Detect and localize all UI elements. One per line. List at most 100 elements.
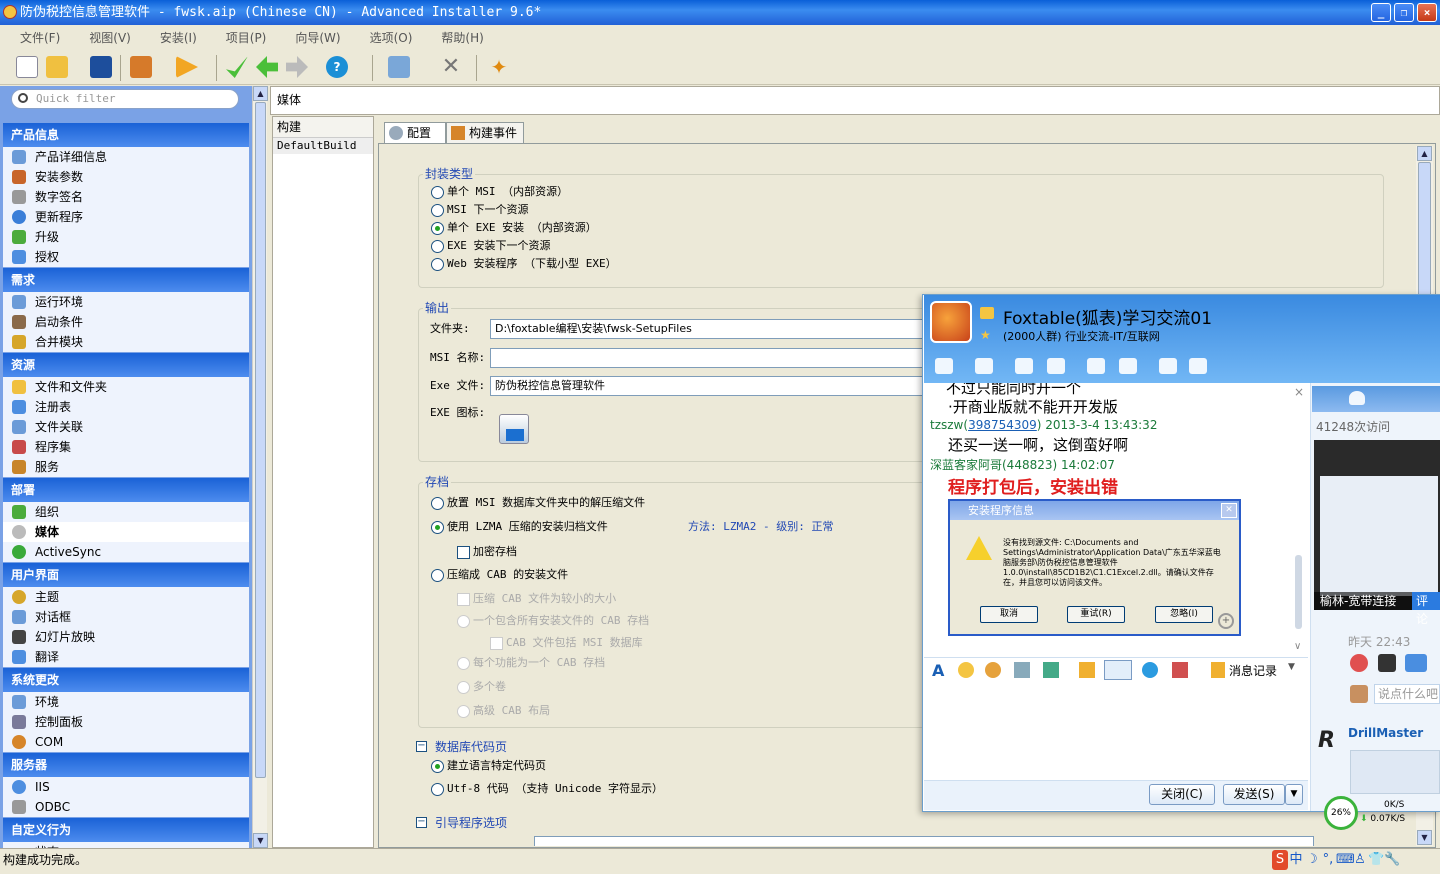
cab-multi-volume-radio[interactable]: 多个卷: [457, 679, 506, 695]
nav-group-ui[interactable]: 用户界面: [3, 563, 249, 587]
cab-single-radio[interactable]: 一个包含所有安装文件的 CAB 存档: [457, 613, 649, 629]
output-folder-input[interactable]: D:\foxtable编程\安装\fwsk-SetupFiles: [490, 319, 926, 339]
nav-item[interactable]: 主题: [3, 587, 249, 607]
codepage-utf8-radio[interactable]: Utf-8 代码 （支持 Unicode 字符显示）: [431, 781, 663, 797]
help-icon[interactable]: ?: [326, 56, 348, 78]
wrench-icon[interactable]: 🔧: [1384, 850, 1400, 870]
nav-item[interactable]: 合并模块: [3, 332, 249, 352]
exe-file-input[interactable]: 防伪税控信息管理软件: [490, 376, 926, 396]
avatar[interactable]: [1378, 654, 1396, 672]
user-icon[interactable]: ♙: [1352, 850, 1368, 870]
send-button[interactable]: 发送(S): [1223, 784, 1285, 805]
gift-icon[interactable]: [1172, 662, 1188, 678]
nav-group-resources[interactable]: 资源: [3, 353, 249, 377]
menu-options[interactable]: 选项(O): [350, 25, 422, 46]
scroll-up-arrow-icon[interactable]: ▲: [1417, 146, 1432, 161]
message-history-button[interactable]: 消息记录: [1229, 662, 1277, 679]
check-icon[interactable]: [226, 56, 248, 78]
delete-icon[interactable]: ✕: [440, 56, 462, 78]
scroll-thumb[interactable]: [1418, 162, 1431, 302]
new-file-icon[interactable]: [16, 56, 38, 78]
nav-item[interactable]: ODBC: [3, 797, 249, 817]
nav-item[interactable]: 授权: [3, 247, 249, 267]
package-msi-external-radio[interactable]: MSI 下一个资源: [431, 202, 529, 218]
share-icon[interactable]: [975, 358, 993, 374]
nav-item[interactable]: 文件和文件夹: [3, 377, 249, 397]
compression-method-link[interactable]: 方法: LZMA2 - 级别: 正常: [688, 519, 833, 535]
zoom-in-icon[interactable]: +: [1218, 613, 1234, 629]
ad-thumbnail[interactable]: [1350, 750, 1440, 794]
forward-arrow-icon[interactable]: [286, 56, 308, 78]
package-icon[interactable]: [388, 56, 410, 78]
chat-close-icon[interactable]: ×: [1294, 385, 1304, 399]
build-icon[interactable]: [130, 56, 152, 78]
members-icon[interactable]: [1349, 391, 1365, 405]
comment-button[interactable]: 评论: [1412, 592, 1440, 626]
archive-cab-radio[interactable]: 压缩成 CAB 的安装文件: [431, 567, 568, 583]
close-button[interactable]: ×: [1417, 3, 1437, 22]
archive-uncompressed-radio[interactable]: 放置 MSI 数据库文件夹中的解压缩文件: [431, 495, 645, 511]
magic-emoji-icon[interactable]: [985, 662, 1001, 678]
nav-group-requirements[interactable]: 需求: [3, 268, 249, 292]
save-icon[interactable]: [1015, 358, 1033, 374]
tab-config[interactable]: 配置: [384, 122, 446, 145]
nav-item[interactable]: 产品详细信息: [3, 147, 249, 167]
run-icon[interactable]: [176, 56, 198, 78]
send-options-chevron-icon[interactable]: ▼: [1285, 784, 1303, 805]
image-icon[interactable]: [1043, 662, 1059, 678]
nav-item-media-selected[interactable]: 媒体: [3, 522, 249, 542]
nav-item[interactable]: 文件关联: [3, 417, 249, 437]
cab-per-feature-radio[interactable]: 每个功能为一个 CAB 存档: [457, 655, 605, 671]
nav-item[interactable]: 翻译: [3, 647, 249, 667]
archive-lzma-radio[interactable]: 使用 LZMA 压缩的安装归档文件: [431, 519, 608, 535]
open-folder-icon[interactable]: [46, 56, 68, 78]
nav-item[interactable]: 程序集: [3, 437, 249, 457]
build-row[interactable]: DefaultBuild: [273, 138, 373, 154]
chat-scrollbar[interactable]: [1295, 555, 1302, 629]
shake-icon[interactable]: [1014, 662, 1030, 678]
nav-item[interactable]: 启动条件: [3, 312, 249, 332]
nav-item[interactable]: COM: [3, 732, 249, 752]
menu-install[interactable]: 安装(I): [140, 25, 206, 46]
keyboard-icon[interactable]: ⌨: [1336, 850, 1355, 870]
package-web-installer-radio[interactable]: Web 安装程序 （下载小型 EXE）: [431, 256, 617, 272]
emoji-icon[interactable]: [958, 662, 974, 678]
nav-item[interactable]: IIS: [3, 777, 249, 797]
scroll-thumb[interactable]: [255, 102, 266, 778]
save-icon[interactable]: [90, 56, 112, 78]
bootstrap-field[interactable]: [534, 836, 1314, 846]
scroll-up-arrow-icon[interactable]: ▲: [253, 86, 268, 101]
sogou-ime-icon[interactable]: S: [1272, 850, 1288, 870]
cab-advanced-layout-radio[interactable]: 高级 CAB 布局: [457, 703, 550, 719]
punctuation-icon[interactable]: °,: [1320, 850, 1336, 870]
skin-icon[interactable]: 👕: [1368, 850, 1384, 870]
nav-item[interactable]: 幻灯片放映: [3, 627, 249, 647]
nav-item[interactable]: 安装参数: [3, 167, 249, 187]
cab-smaller-checkbox[interactable]: 压缩 CAB 文件为较小的大小: [457, 591, 616, 607]
menu-help[interactable]: 帮助(H): [421, 25, 492, 46]
menu-file[interactable]: 文件(F): [0, 25, 69, 46]
cab-include-msi-checkbox[interactable]: CAB 文件包括 MSI 数据库: [490, 635, 643, 651]
msi-name-input[interactable]: [490, 348, 926, 368]
chat-bubble-icon[interactable]: [1047, 358, 1065, 374]
nav-group-system-changes[interactable]: 系统更改: [3, 668, 249, 692]
nav-item[interactable]: ActiveSync: [3, 542, 249, 562]
codepage-collapse-icon[interactable]: −: [416, 741, 427, 752]
wizard-wand-icon[interactable]: ✦: [488, 56, 510, 78]
chat-message-input[interactable]: [924, 683, 1308, 780]
nav-group-deployment[interactable]: 部署: [3, 478, 249, 502]
menu-project[interactable]: 项目(P): [206, 25, 276, 46]
avatar[interactable]: [1350, 685, 1368, 703]
side-comment-input[interactable]: 说点什么吧...: [1374, 684, 1440, 704]
nav-group-server[interactable]: 服务器: [3, 753, 249, 777]
nav-group-product[interactable]: 产品信息: [3, 123, 249, 147]
voice-icon[interactable]: [1142, 662, 1158, 678]
music-icon[interactable]: [1079, 662, 1095, 678]
restore-button[interactable]: ❐: [1394, 3, 1414, 22]
nav-item[interactable]: 升级: [3, 227, 249, 247]
shared-screenshot-thumbnail[interactable]: [1314, 440, 1440, 610]
left-nav-scrollbar[interactable]: ▲ ▼: [252, 86, 268, 848]
nav-item[interactable]: 注册表: [3, 397, 249, 417]
bootstrap-collapse-icon[interactable]: −: [416, 817, 427, 828]
font-icon[interactable]: A: [932, 661, 944, 680]
